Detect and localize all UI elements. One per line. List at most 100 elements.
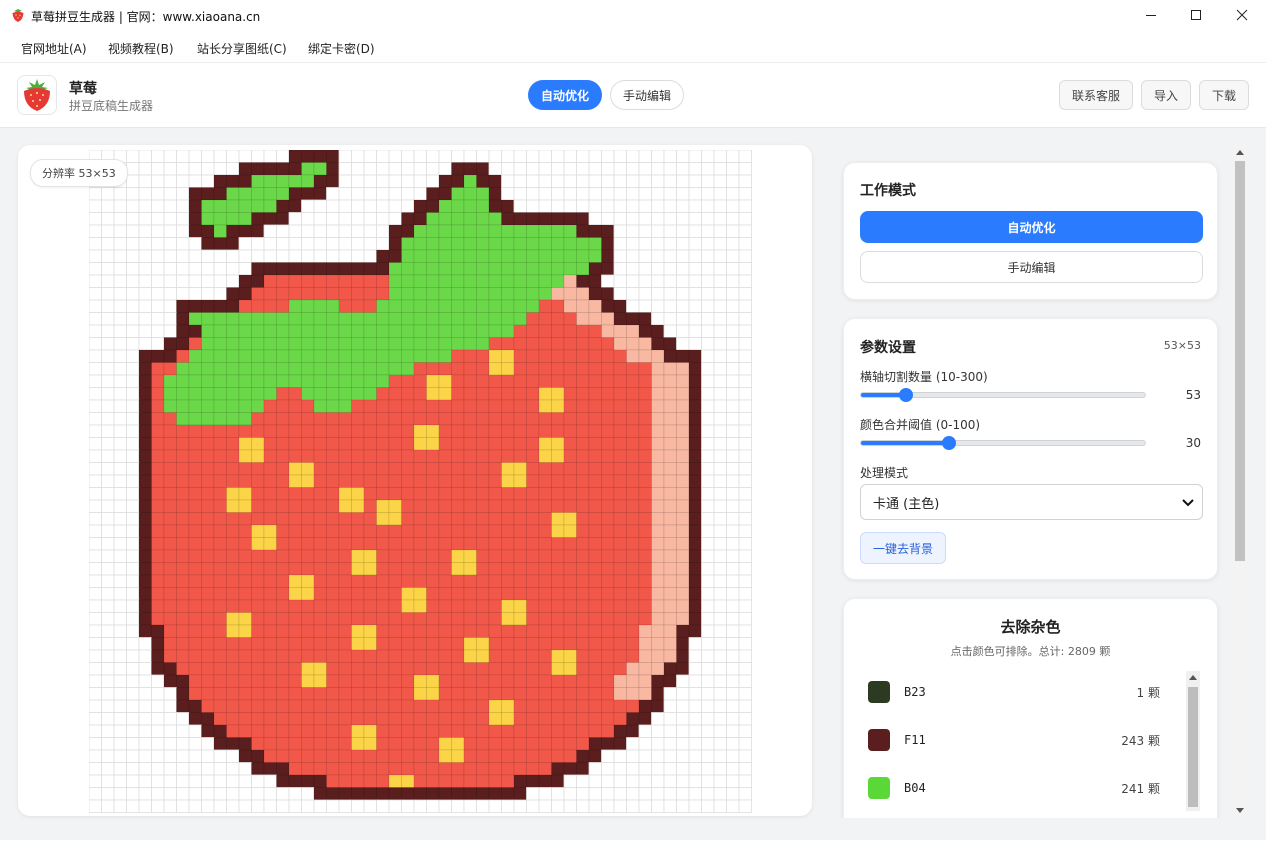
bead-cell[interactable] [151,524,165,538]
bead-cell[interactable] [588,387,602,401]
bead-cell[interactable] [288,799,302,813]
bead-cell[interactable] [551,349,565,363]
bead-cell[interactable] [576,737,590,751]
bead-cell[interactable] [89,437,102,451]
bead-cell[interactable] [188,637,202,651]
bead-cell[interactable] [613,362,627,376]
bead-cell[interactable] [426,187,440,201]
bead-cell[interactable] [626,237,640,251]
bead-cell[interactable] [388,587,402,601]
bead-cell[interactable] [101,637,115,651]
bead-cell[interactable] [201,462,215,476]
bead-cell[interactable] [563,787,577,801]
bead-cell[interactable] [363,787,377,801]
bead-cell[interactable] [201,749,215,763]
bead-cell[interactable] [538,524,552,538]
bead-cell[interactable] [338,512,352,526]
bead-cell[interactable] [376,399,390,413]
bead-cell[interactable] [688,199,702,213]
bead-cell[interactable] [313,462,327,476]
bead-cell[interactable] [351,624,365,638]
bead-cell[interactable] [451,187,465,201]
bead-cell[interactable] [138,249,152,263]
bead-cell[interactable] [351,437,365,451]
bead-cell[interactable] [526,162,540,176]
bead-cell[interactable] [301,199,315,213]
bead-cell[interactable] [301,187,315,201]
bead-cell[interactable] [638,749,652,763]
bead-cell[interactable] [113,749,127,763]
bead-cell[interactable] [351,737,365,751]
bead-cell[interactable] [538,349,552,363]
bead-cell[interactable] [376,599,390,613]
bead-cell[interactable] [288,737,302,751]
bead-cell[interactable] [463,162,477,176]
color-row-f11[interactable]: F11 243 颗 [856,719,1176,759]
bead-cell[interactable] [726,349,740,363]
bead-cell[interactable] [263,199,277,213]
bead-cell[interactable] [501,499,515,513]
bead-cell[interactable] [263,412,277,426]
bead-cell[interactable] [526,174,540,188]
bead-cell[interactable] [113,624,127,638]
bead-cell[interactable] [338,324,352,338]
bead-cell[interactable] [463,524,477,538]
bead-cell[interactable] [251,587,265,601]
bead-cell[interactable] [213,412,227,426]
bead-cell[interactable] [138,462,152,476]
bead-cell[interactable] [426,712,440,726]
bead-cell[interactable] [188,612,202,626]
bead-cell[interactable] [276,774,290,788]
bead-cell[interactable] [551,712,565,726]
bead-cell[interactable] [501,262,515,276]
bead-cell[interactable] [126,262,140,276]
bead-cell[interactable] [701,549,715,563]
bead-cell[interactable] [401,649,415,663]
bead-cell[interactable] [101,399,115,413]
bead-cell[interactable] [463,562,477,576]
bead-cell[interactable] [426,499,440,513]
bead-cell[interactable] [701,512,715,526]
bead-cell[interactable] [713,462,727,476]
bead-cell[interactable] [501,349,515,363]
bead-cell[interactable] [638,462,652,476]
bead-cell[interactable] [563,462,577,476]
bead-cell[interactable] [676,262,690,276]
bead-cell[interactable] [326,187,340,201]
bead-cell[interactable] [651,749,665,763]
bead-cell[interactable] [313,324,327,338]
bead-cell[interactable] [551,562,565,576]
bead-cell[interactable] [451,287,465,301]
bead-cell[interactable] [151,799,165,813]
bead-cell[interactable] [388,712,402,726]
bead-cell[interactable] [188,499,202,513]
bead-cell[interactable] [201,612,215,626]
bead-cell[interactable] [413,249,427,263]
bead-cell[interactable] [476,624,490,638]
bead-cell[interactable] [163,212,177,226]
bead-cell[interactable] [588,424,602,438]
bead-cell[interactable] [201,449,215,463]
bead-cell[interactable] [601,499,615,513]
bead-cell[interactable] [151,262,165,276]
bead-cell[interactable] [713,324,727,338]
bead-cell[interactable] [276,374,290,388]
bead-cell[interactable] [288,587,302,601]
bead-cell[interactable] [726,737,740,751]
bead-cell[interactable] [401,374,415,388]
bead-cell[interactable] [388,299,402,313]
bead-cell[interactable] [226,599,240,613]
bead-cell[interactable] [238,674,252,688]
bead-cell[interactable] [301,312,315,326]
bead-cell[interactable] [476,249,490,263]
bead-cell[interactable] [626,299,640,313]
bead-cell[interactable] [588,287,602,301]
bead-cell[interactable] [401,637,415,651]
bead-cell[interactable] [738,524,752,538]
bead-cell[interactable] [663,649,677,663]
bead-cell[interactable] [201,712,215,726]
bead-cell[interactable] [226,637,240,651]
bead-cell[interactable] [151,599,165,613]
bead-cell[interactable] [651,737,665,751]
bead-cell[interactable] [301,262,315,276]
